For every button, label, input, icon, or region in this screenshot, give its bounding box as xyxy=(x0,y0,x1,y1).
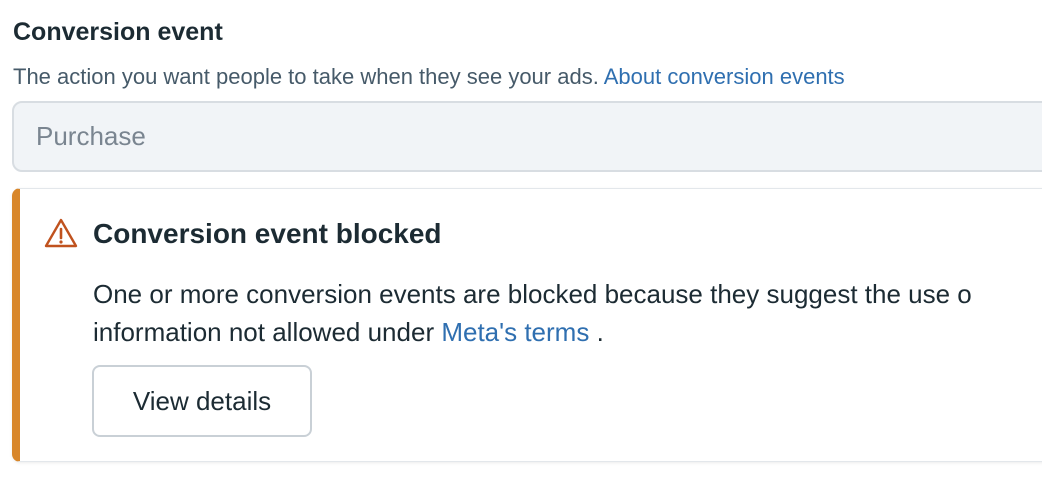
alert-title: Conversion event blocked xyxy=(93,218,442,249)
view-details-button[interactable]: View details xyxy=(92,365,312,437)
warning-triangle-icon xyxy=(44,218,78,248)
alert-body: One or more conversion events are blocke… xyxy=(93,275,1042,351)
section-description: The action you want people to take when … xyxy=(13,63,845,91)
description-text: The action you want people to take when … xyxy=(13,64,599,89)
section-title: Conversion event xyxy=(13,18,223,46)
meta-terms-link[interactable]: Meta's terms xyxy=(441,317,589,347)
conversion-event-field[interactable] xyxy=(12,101,1042,172)
about-conversion-events-link[interactable]: About conversion events xyxy=(604,64,845,89)
alert-body-line-1: One or more conversion events are blocke… xyxy=(93,279,972,309)
alert-body-suffix: . xyxy=(596,317,604,347)
alert-body-text: information not allowed under xyxy=(93,317,435,347)
conversion-event-section: Conversion event The action you want peo… xyxy=(0,0,1042,484)
alert-body-line-2: information not allowed under Meta's ter… xyxy=(93,313,1042,351)
conversion-event-input[interactable] xyxy=(36,103,936,170)
